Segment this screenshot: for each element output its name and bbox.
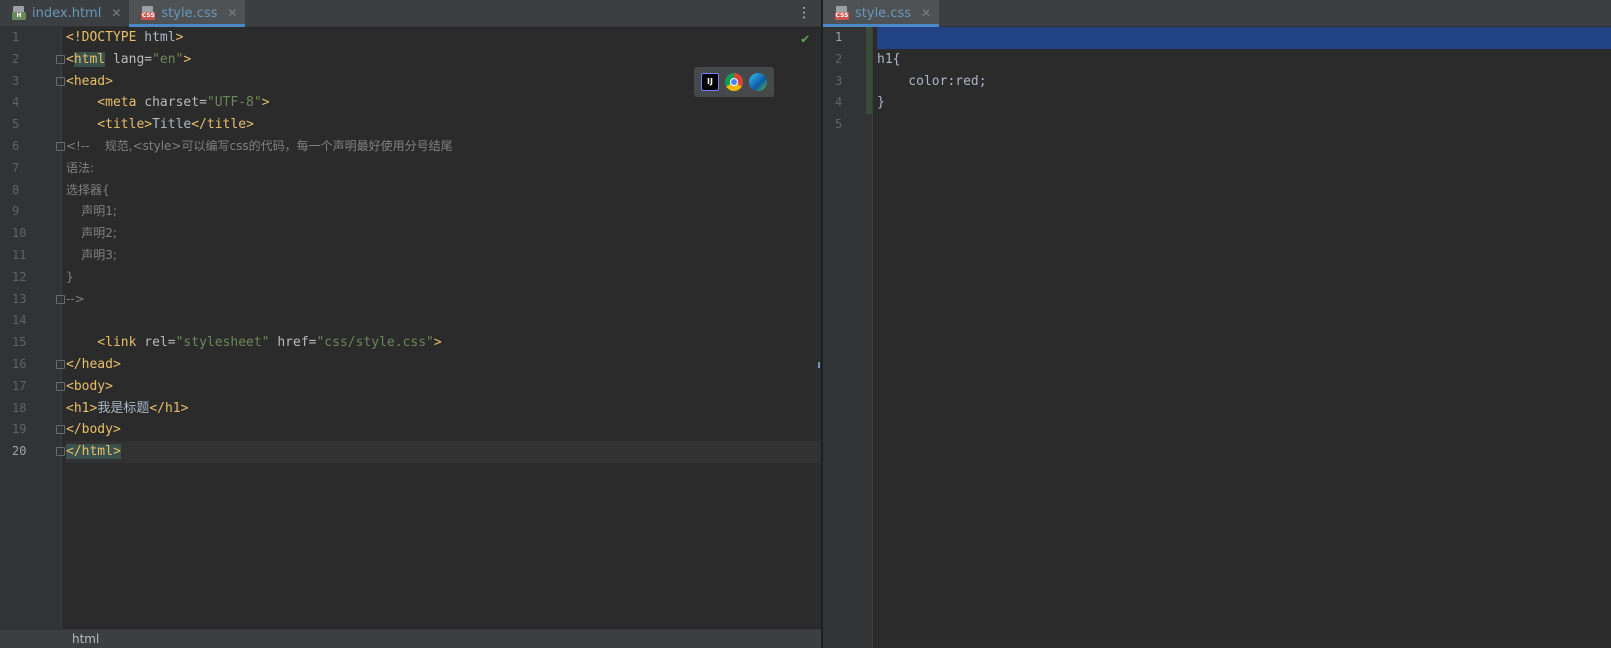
line-number: 13 (12, 291, 27, 306)
close-icon[interactable]: ✕ (111, 6, 121, 20)
line-number: 16 (12, 357, 27, 371)
tab-label: style.css (161, 5, 218, 21)
fold-toggle-icon[interactable] (56, 294, 65, 304)
intellij-icon[interactable]: IJ (701, 73, 719, 91)
line-number: 18 (12, 400, 27, 415)
fold-toggle-icon[interactable] (56, 54, 65, 64)
close-icon[interactable]: ✕ (227, 6, 237, 20)
code-line: <h1>我是标题</h1> (66, 400, 189, 416)
code-line: </head> (66, 357, 121, 372)
left-tab-bar: H index.html ✕ CSS style.css ✕ ⋮ (0, 0, 821, 27)
line-number: 10 (12, 226, 27, 241)
line-number: 3 (835, 73, 843, 88)
line-number: 15 (12, 335, 27, 350)
tab-label: style.css (855, 5, 911, 21)
fold-toggle-icon[interactable] (56, 447, 65, 457)
code-line: h1{ (877, 51, 901, 67)
left-editor-pane: H index.html ✕ CSS style.css ✕ ⋮ 1234567… (0, 0, 821, 648)
html-file-icon: H (12, 6, 26, 20)
line-number: 8 (12, 182, 20, 197)
tab-index-html[interactable]: H index.html ✕ (0, 0, 129, 26)
code-line: <link rel="stylesheet" href="css/style.c… (66, 335, 442, 351)
line-number: 2 (835, 51, 843, 66)
line-number: 3 (12, 73, 20, 88)
code-line: <!DOCTYPE html> (66, 30, 184, 45)
fold-toggle-icon[interactable] (56, 360, 65, 369)
breadcrumb-bar: html (0, 629, 821, 648)
current-code-line: </html> (66, 441, 821, 463)
code-line: 声明2; (66, 226, 117, 241)
more-options-icon[interactable]: ⋮ (797, 4, 811, 22)
css-file-icon: CSS (835, 6, 849, 20)
line-number: 5 (12, 117, 20, 132)
edge-icon[interactable] (749, 73, 767, 91)
code-line: color:red; (877, 73, 987, 89)
line-number: 6 (12, 139, 20, 153)
line-number: 4 (835, 95, 843, 110)
line-number: 2 (12, 51, 20, 66)
code-line: 声明3; (66, 248, 117, 262)
right-tab-bar: CSS style.css ✕ (823, 0, 1611, 27)
line-number-gutter: 1 2 3 4 5 6 7 8 9 10 11 12 13 14 15 16 17 18 19 20 (0, 27, 65, 648)
breadcrumb[interactable]: html (72, 632, 99, 646)
code-line: </body> (66, 422, 121, 438)
selected-code-line (877, 27, 1611, 49)
fold-toggle-icon[interactable] (56, 381, 65, 391)
line-number: 1 (835, 30, 843, 44)
tab-style-css[interactable]: CSS style.css ✕ (129, 0, 246, 27)
tab-label: index.html (32, 5, 102, 21)
line-number-gutter: 1 2 3 4 5 (823, 27, 873, 648)
right-editor-pane: CSS style.css ✕ 1 2 3 4 5 h1{ color:red; } (823, 0, 1611, 648)
code-line: <!-- 规范,<style>可以编写css的代码，每一个声明最好使用分号结尾 (66, 139, 453, 153)
line-number: 12 (12, 269, 27, 284)
css-file-icon: CSS (141, 6, 156, 20)
code-line: 选择器{ (66, 182, 110, 197)
line-number: 14 (12, 313, 27, 328)
open-in-browser-popup: IJ (694, 67, 774, 97)
fold-toggle-icon[interactable] (56, 425, 65, 435)
chrome-icon[interactable] (725, 73, 743, 91)
line-number: 20 (12, 444, 27, 459)
line-number: 19 (12, 422, 27, 437)
line-number: 7 (12, 160, 20, 175)
code-line: 语法: (66, 160, 95, 175)
close-icon[interactable]: ✕ (921, 6, 931, 20)
line-number: 11 (12, 248, 27, 262)
tab-style-css[interactable]: CSS style.css ✕ (823, 0, 940, 27)
code-line: <title>Title</title> (66, 117, 254, 133)
fold-toggle-icon[interactable] (56, 142, 65, 151)
line-number: 9 (12, 204, 20, 219)
code-area[interactable]: <!DOCTYPE html> <html lang="en"> <head> … (66, 27, 821, 648)
code-line: --> (66, 291, 85, 306)
code-area[interactable]: h1{ color:red; } (877, 27, 1611, 648)
code-line: 声明1; (66, 204, 117, 219)
no-problems-check-icon[interactable]: ✔ (801, 31, 809, 47)
scrollbar-marker (818, 362, 820, 368)
html-editor[interactable]: 1 2 3 4 5 6 7 8 9 10 11 12 13 14 15 16 17 18 19 20 <!DOCTYP… (0, 27, 821, 648)
fold-toggle-icon[interactable] (56, 76, 65, 86)
code-line: } (877, 95, 885, 111)
css-editor[interactable]: 1 2 3 4 5 h1{ color:red; } (823, 27, 1611, 648)
vcs-change-marker (866, 27, 872, 114)
code-line: } (66, 269, 74, 284)
line-number: 1 (12, 30, 20, 44)
line-number: 5 (835, 117, 843, 132)
line-number: 17 (12, 378, 27, 393)
code-line: <body> (66, 378, 113, 394)
line-number: 4 (12, 95, 20, 110)
